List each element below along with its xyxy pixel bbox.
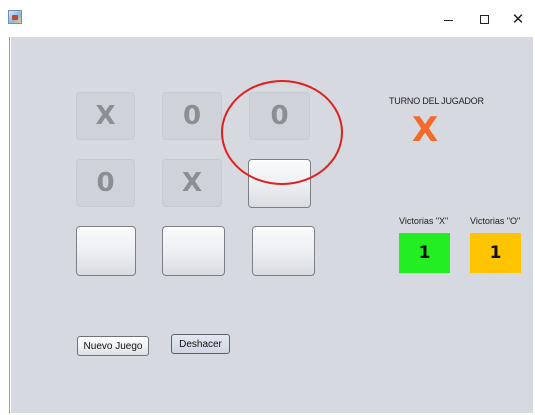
new-game-button[interactable]: Nuevo Juego	[77, 336, 149, 356]
board-cell-1[interactable]: X	[76, 92, 135, 140]
board-cell-9[interactable]	[252, 226, 315, 276]
board-cell-2[interactable]: 0	[162, 92, 222, 140]
wins-o-score: 1	[470, 233, 521, 273]
board-cell-4[interactable]: 0	[76, 159, 135, 207]
minimize-icon	[443, 19, 453, 21]
wins-x-label: Victorias "X"	[399, 216, 449, 226]
board-cell-7[interactable]	[76, 226, 136, 276]
board-cell-5[interactable]: X	[162, 159, 222, 207]
current-player-symbol: X	[412, 110, 439, 150]
wins-x-score: 1	[399, 233, 450, 273]
app-window: ✕ X 0 0 0 X TURNO DEL JUGADOR X Victoria…	[0, 0, 535, 415]
close-button[interactable]: ✕	[500, 6, 535, 32]
board-cell-3[interactable]: 0	[249, 92, 310, 140]
window-left-edge	[9, 37, 10, 413]
wins-o-label: Victorias "O"	[470, 216, 521, 226]
board-cell-8[interactable]	[162, 226, 225, 276]
maximize-icon	[479, 14, 489, 24]
turn-label: TURNO DEL JUGADOR	[389, 96, 484, 106]
title-bar: ✕	[0, 0, 535, 36]
java-app-icon	[8, 10, 22, 24]
maximize-button[interactable]	[466, 6, 502, 32]
close-icon: ✕	[511, 9, 525, 28]
minimize-button[interactable]	[430, 6, 466, 32]
undo-button[interactable]: Deshacer	[171, 334, 230, 354]
board-cell-6[interactable]	[248, 159, 311, 208]
